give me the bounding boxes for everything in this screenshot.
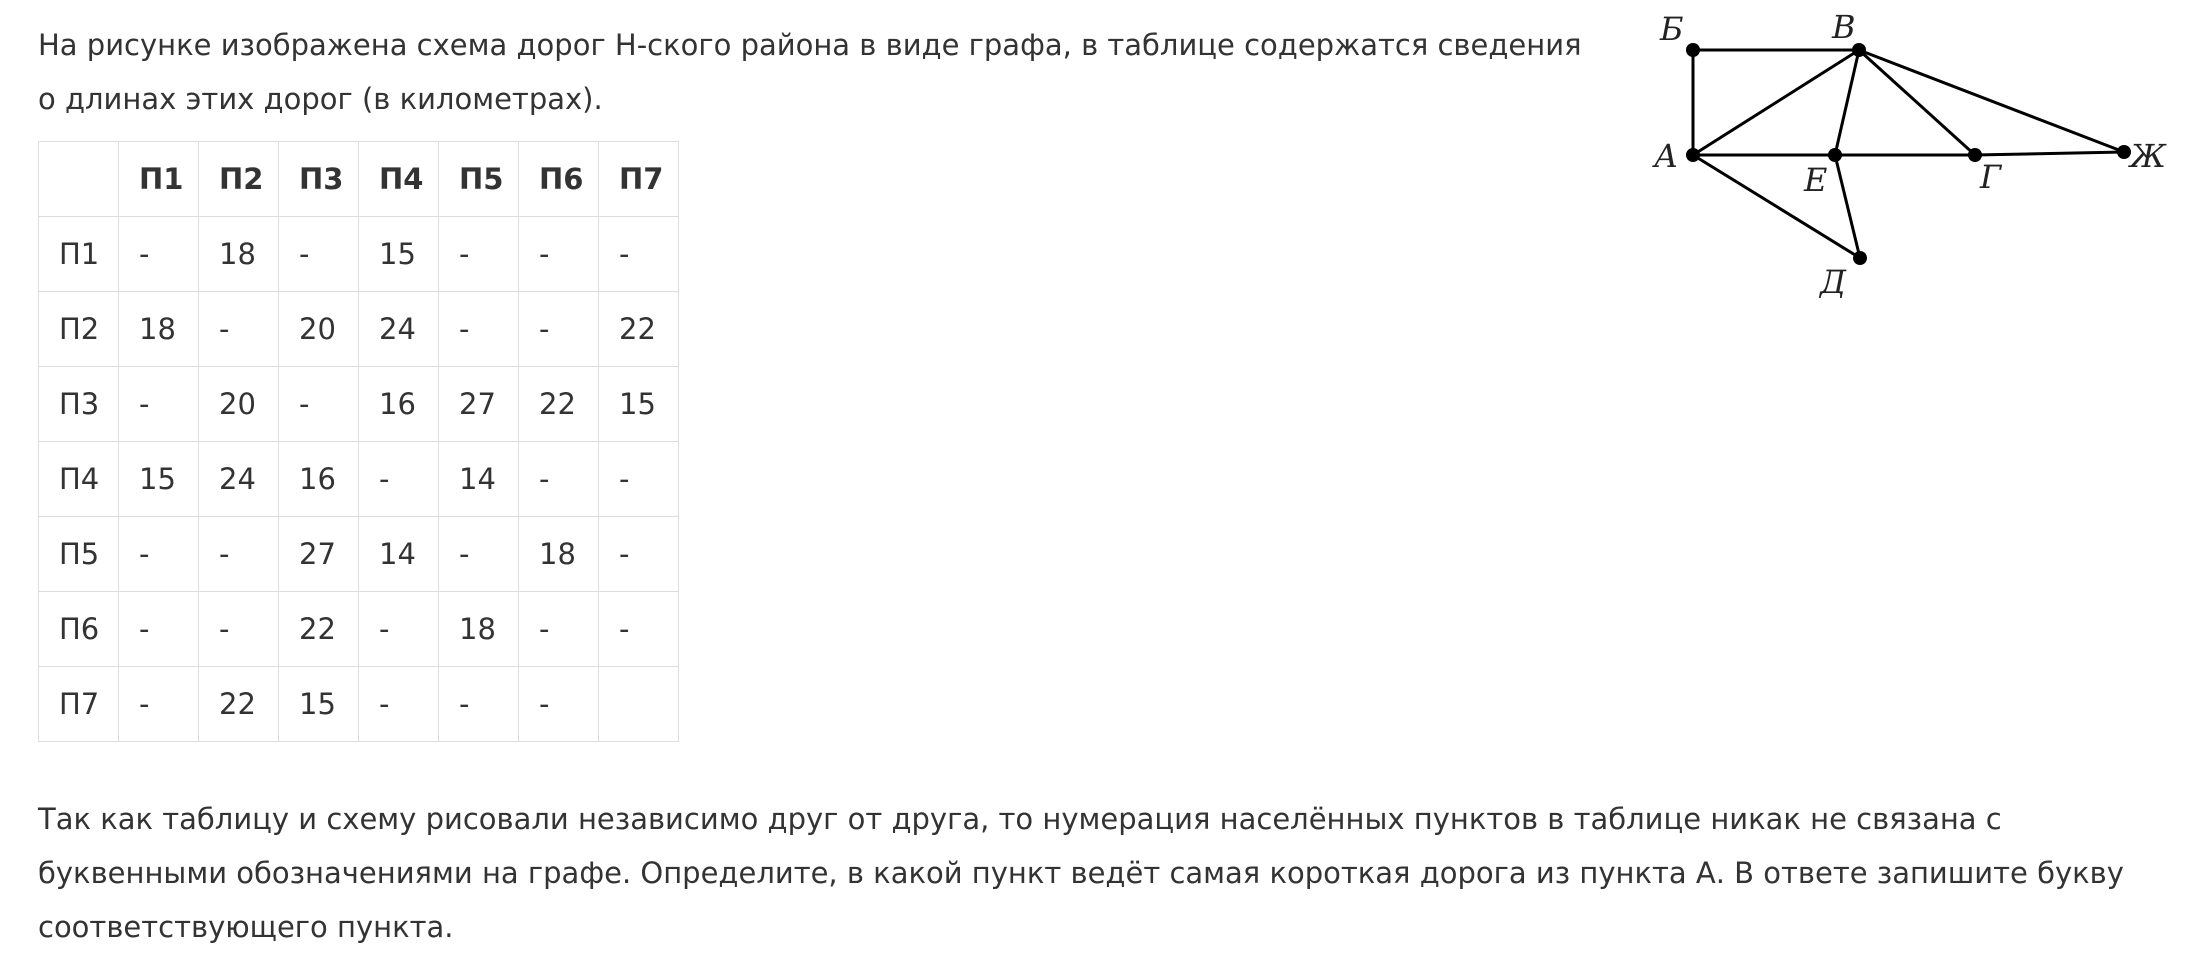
edge-g-zh xyxy=(1974,150,2125,157)
edge-a-v xyxy=(1692,48,1860,157)
table-cell: - xyxy=(438,516,519,592)
table-cell: - xyxy=(518,441,599,517)
column-header: П3 xyxy=(278,141,359,217)
table-cell: - xyxy=(358,591,439,667)
table-cell: - xyxy=(118,366,199,442)
table-cell: 20 xyxy=(198,366,279,442)
table-cell: - xyxy=(278,216,359,292)
table-cell: 22 xyxy=(518,366,599,442)
node-d xyxy=(1853,251,1867,265)
table-header-row: П1 П2 П3 П4 П5 П6 П7 xyxy=(38,141,679,217)
edge-a-d xyxy=(1692,153,1861,260)
table-cell: - xyxy=(118,666,199,742)
table-row: П7 - 22 15 - - - xyxy=(38,666,679,742)
table-cell: 18 xyxy=(118,291,199,367)
table-cell: - xyxy=(438,216,519,292)
table-cell: - xyxy=(118,516,199,592)
table-cell: 22 xyxy=(198,666,279,742)
table-cell: - xyxy=(438,291,519,367)
table-cell: - xyxy=(598,441,679,517)
table-row: П2 18 - 20 24 - - 22 xyxy=(38,291,679,367)
edge-v-e xyxy=(1833,49,1861,156)
graph-edges xyxy=(1691,48,2125,260)
column-header: П4 xyxy=(358,141,439,217)
node-label-e: Е xyxy=(1803,161,1827,199)
table-cell: - xyxy=(598,516,679,592)
table-cell: - xyxy=(598,591,679,667)
table-cell: 14 xyxy=(438,441,519,517)
table-cell: 27 xyxy=(278,516,359,592)
edge-e-d xyxy=(1833,154,1862,259)
table-cell: 15 xyxy=(598,366,679,442)
table-cell: - xyxy=(118,591,199,667)
row-header: П7 xyxy=(38,666,119,742)
row-header: П4 xyxy=(38,441,119,517)
table-cell: - xyxy=(118,216,199,292)
table-cell: - xyxy=(198,291,279,367)
column-header: П5 xyxy=(438,141,519,217)
table-cell: - xyxy=(518,291,599,367)
table-corner-cell xyxy=(38,141,119,217)
row-header: П2 xyxy=(38,291,119,367)
column-header: П2 xyxy=(198,141,279,217)
table-row: П3 - 20 - 16 27 22 15 xyxy=(38,366,679,442)
node-zh xyxy=(2117,145,2131,159)
table-cell: 24 xyxy=(198,441,279,517)
column-header: П1 xyxy=(118,141,199,217)
table-cell: 24 xyxy=(358,291,439,367)
row-header: П5 xyxy=(38,516,119,592)
table-row: П1 - 18 - 15 - - - xyxy=(38,216,679,292)
table-cell: 15 xyxy=(118,441,199,517)
edge-v-zh xyxy=(1858,48,2125,154)
road-graph: Б В А Е Г Ж Д xyxy=(1652,8,2167,301)
node-label-d: Д xyxy=(1818,263,1847,301)
distance-table: П1 П2 П3 П4 П5 П6 П7 П1 - 18 - 15 - - - … xyxy=(38,141,679,742)
table-cell xyxy=(598,666,679,742)
table-cell: 16 xyxy=(358,366,439,442)
table-cell: 20 xyxy=(278,291,359,367)
node-label-g: Г xyxy=(1979,158,2003,196)
table-cell: - xyxy=(278,366,359,442)
table-cell: - xyxy=(198,591,279,667)
table-cell: 22 xyxy=(598,291,679,367)
row-header: П6 xyxy=(38,591,119,667)
edge-v-g xyxy=(1857,48,1977,157)
column-header: П7 xyxy=(598,141,679,217)
table-cell: 16 xyxy=(278,441,359,517)
table-cell: - xyxy=(358,666,439,742)
outro-text: Так как таблицу и схему рисовали независ… xyxy=(38,802,2124,944)
row-header: П3 xyxy=(38,366,119,442)
table-cell: 22 xyxy=(278,591,359,667)
table-row: П4 15 24 16 - 14 - - xyxy=(38,441,679,517)
column-header: П6 xyxy=(518,141,599,217)
row-header: П1 xyxy=(38,216,119,292)
table-cell: - xyxy=(518,591,599,667)
table-cell: 18 xyxy=(438,591,519,667)
intro-text: На рисунке изображена схема дорог Н-ског… xyxy=(38,28,1582,116)
node-label-v: В xyxy=(1831,8,1856,46)
table-cell: 27 xyxy=(438,366,519,442)
table-cell: 15 xyxy=(278,666,359,742)
table-cell: 14 xyxy=(358,516,439,592)
table-cell: - xyxy=(358,441,439,517)
node-b xyxy=(1686,43,1700,57)
node-label-zh: Ж xyxy=(2128,137,2167,175)
table-row: П6 - - 22 - 18 - - xyxy=(38,591,679,667)
table-row: П5 - - 27 14 - 18 - xyxy=(38,516,679,592)
node-label-b: Б xyxy=(1659,10,1684,48)
node-a xyxy=(1686,148,1700,162)
node-label-a: А xyxy=(1652,137,1678,175)
table-cell: - xyxy=(598,216,679,292)
table-cell: - xyxy=(518,666,599,742)
table-cell: 18 xyxy=(518,516,599,592)
table-cell: - xyxy=(438,666,519,742)
table-cell: - xyxy=(518,216,599,292)
node-e xyxy=(1828,148,1842,162)
table-cell: 15 xyxy=(358,216,439,292)
table-cell: 18 xyxy=(198,216,279,292)
table-cell: - xyxy=(198,516,279,592)
